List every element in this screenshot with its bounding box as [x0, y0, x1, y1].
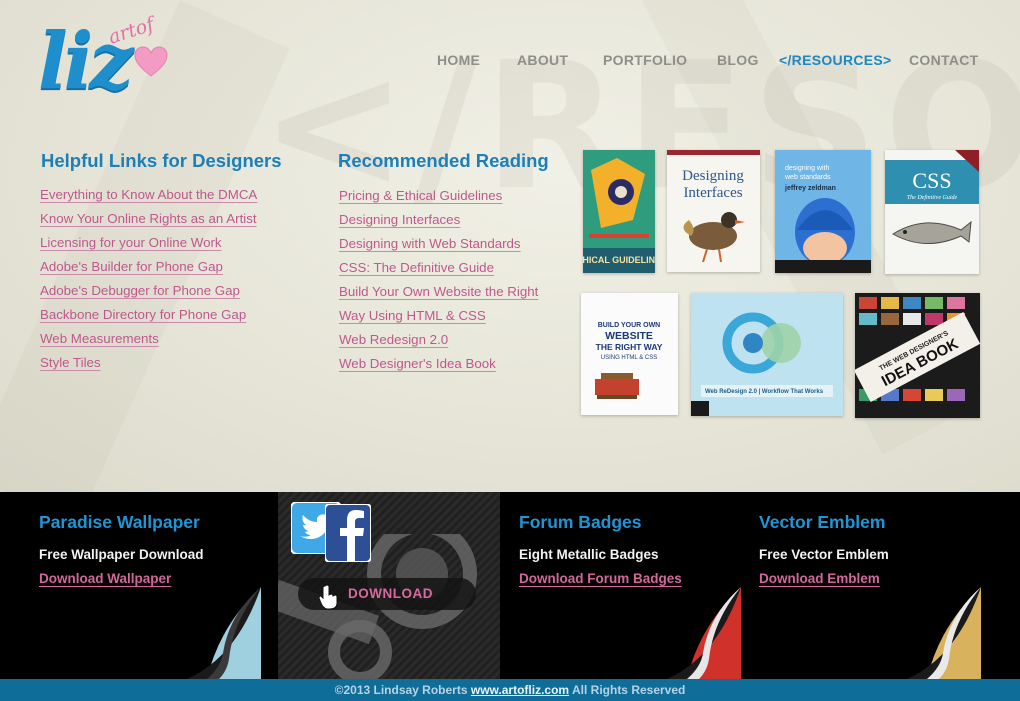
list-item: Designing with Web Standards — [339, 233, 538, 257]
promo-bar: Paradise Wallpaper Free Wallpaper Downlo… — [0, 492, 1020, 679]
promo-subtitle: Eight Metallic Badges — [519, 547, 659, 562]
nav-portfolio[interactable]: PORTFOLIO — [603, 52, 687, 68]
list-item: Way Using HTML & CSS — [339, 305, 538, 329]
svg-text:designing with: designing with — [785, 165, 829, 172]
reading-link[interactable]: Web Designer's Idea Book — [339, 356, 496, 371]
book-cover-idea-book[interactable]: THE WEB DESIGNER'S IDEA BOOK — [855, 293, 980, 418]
list-item: Build Your Own Website the Right — [339, 281, 538, 305]
facebook-icon[interactable] — [325, 504, 371, 562]
svg-text:BUILD YOUR OWN: BUILD YOUR OWN — [598, 322, 660, 329]
helpful-link[interactable]: Know Your Online Rights as an Artist — [40, 211, 257, 226]
list-item: CSS: The Definitive Guide — [339, 257, 538, 281]
promo-subtitle: Free Vector Emblem — [759, 547, 889, 562]
promo-title: Vector Emblem — [759, 512, 886, 532]
footer-site-link[interactable]: www.artofliz.com — [471, 683, 569, 697]
reading-link[interactable]: Pricing & Ethical Guidelines — [339, 188, 502, 203]
helpful-links-list: Everything to Know About the DMCA Know Y… — [40, 184, 257, 376]
helpful-link[interactable]: Web Measurements — [40, 331, 159, 346]
download-label[interactable]: DOWNLOAD — [348, 586, 433, 601]
reading-link[interactable]: CSS: The Definitive Guide — [339, 260, 494, 275]
promo-title: Paradise Wallpaper — [39, 512, 200, 532]
svg-text:web standards: web standards — [784, 174, 831, 181]
helpful-links-heading: Helpful Links for Designers — [41, 150, 282, 171]
reading-link[interactable]: Web Redesign 2.0 — [339, 332, 448, 347]
promo-paradise-wallpaper: Paradise Wallpaper Free Wallpaper Downlo… — [39, 492, 261, 679]
book-cover-web-redesign[interactable]: Web ReDesign 2.0 | Workflow That Works — [691, 293, 843, 416]
helpful-link[interactable]: Backbone Directory for Phone Gap — [40, 307, 246, 322]
nav-home[interactable]: HOME — [437, 52, 480, 68]
reading-link[interactable]: Designing with Web Standards — [339, 236, 521, 251]
book-cover-ethical-guidelines[interactable]: ETHICAL GUIDELINES — [583, 150, 655, 273]
reading-list: Pricing & Ethical Guidelines Designing I… — [339, 185, 538, 377]
book-cover-build-your-own[interactable]: BUILD YOUR OWN WEBSITE THE RIGHT WAY USI… — [581, 293, 678, 415]
svg-text:jeffrey zeldman: jeffrey zeldman — [784, 185, 836, 192]
footer: ©2013 Lindsay Roberts www.artofliz.com A… — [0, 679, 1020, 701]
download-emblem-link[interactable]: Download Emblem — [759, 571, 880, 586]
page-curl-image — [667, 587, 741, 679]
main-nav: HOME ABOUT PORTFOLIO BLOG </RESOURCES> C… — [0, 52, 1020, 70]
download-badges-link[interactable]: Download Forum Badges — [519, 571, 682, 586]
svg-text:THE RIGHT WAY: THE RIGHT WAY — [596, 342, 663, 352]
promo-vector-emblem: Vector Emblem Free Vector Emblem Downloa… — [759, 492, 981, 679]
download-wallpaper-link[interactable]: Download Wallpaper — [39, 571, 171, 586]
list-item: Know Your Online Rights as an Artist — [40, 208, 257, 232]
helpful-link[interactable]: Licensing for your Online Work — [40, 235, 222, 250]
reading-link[interactable]: Way Using HTML & CSS — [339, 308, 486, 323]
list-item: Adobe's Debugger for Phone Gap — [40, 280, 257, 304]
helpful-link[interactable]: Everything to Know About the DMCA — [40, 187, 257, 202]
reading-link[interactable]: Build Your Own Website the Right — [339, 284, 538, 299]
list-item: Web Measurements — [40, 328, 257, 352]
book-cover-css-definitive[interactable]: CSS The Definitive Guide — [885, 150, 979, 274]
nav-blog[interactable]: BLOG — [717, 52, 759, 68]
list-item: Backbone Directory for Phone Gap — [40, 304, 257, 328]
nav-contact[interactable]: CONTACT — [909, 52, 979, 68]
list-item: Pricing & Ethical Guidelines — [339, 185, 538, 209]
list-item: Licensing for your Online Work — [40, 232, 257, 256]
book-cover-subtitle: The Definitive Guide — [907, 194, 958, 201]
svg-text:Interfaces: Interfaces — [683, 185, 742, 201]
reading-link[interactable]: Designing Interfaces — [339, 212, 460, 227]
helpful-link[interactable]: Adobe's Debugger for Phone Gap — [40, 283, 240, 298]
reading-heading: Recommended Reading — [338, 150, 549, 171]
promo-forum-badges: Forum Badges Eight Metallic Badges Downl… — [519, 492, 741, 679]
footer-copyright: ©2013 Lindsay Roberts — [334, 683, 468, 697]
book-cover-designing-interfaces[interactable]: Designing Interfaces — [667, 150, 760, 272]
book-cover-text: Web ReDesign 2.0 | Workflow That Works — [705, 389, 824, 395]
list-item: Web Redesign 2.0 — [339, 329, 538, 353]
promo-subtitle: Free Wallpaper Download — [39, 547, 204, 562]
list-item: Adobe's Builder for Phone Gap — [40, 256, 257, 280]
book-cover-subtitle: USING HTML & CSS — [601, 355, 657, 361]
helpful-link[interactable]: Adobe's Builder for Phone Gap — [40, 259, 223, 274]
footer-rights: All Rights Reserved — [571, 683, 686, 697]
svg-text:Designing: Designing — [682, 168, 744, 184]
book-cover-text: CSS — [912, 168, 951, 193]
list-item: Designing Interfaces — [339, 209, 538, 233]
content-area: </RESOU liz artof HOME ABOUT PORTFOLIO B… — [0, 0, 1020, 492]
list-item: Web Designer's Idea Book — [339, 353, 538, 377]
book-cover-text: ETHICAL GUIDELINES — [583, 255, 655, 265]
nav-resources[interactable]: </RESOURCES> — [779, 52, 892, 68]
nav-about[interactable]: ABOUT — [517, 52, 568, 68]
promo-title: Forum Badges — [519, 512, 642, 532]
hand-cursor-icon — [318, 584, 338, 610]
list-item: Everything to Know About the DMCA — [40, 184, 257, 208]
page-curl-image — [187, 587, 261, 679]
book-cover-web-standards[interactable]: designing with web standards jeffrey zel… — [775, 150, 871, 273]
list-item: Style Tiles — [40, 352, 257, 376]
helpful-link[interactable]: Style Tiles — [40, 355, 101, 370]
svg-text:WEBSITE: WEBSITE — [605, 330, 653, 342]
page-curl-image — [907, 587, 981, 679]
social-download-panel: DOWNLOAD — [278, 492, 500, 679]
